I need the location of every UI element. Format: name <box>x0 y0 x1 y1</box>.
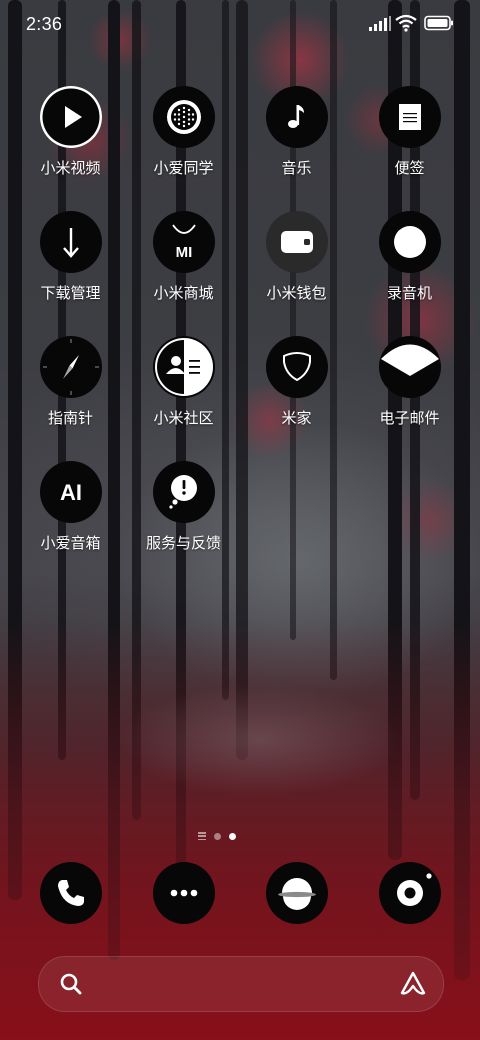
app-mi-community[interactable]: 小米社区 <box>127 336 240 461</box>
dock-browser[interactable] <box>240 862 353 926</box>
app-label: 指南针 <box>47 409 93 427</box>
app-recorder[interactable]: 录音机 <box>353 211 466 336</box>
app-label: 音乐 <box>281 159 312 177</box>
page-dot-active <box>229 832 236 840</box>
dock <box>14 862 466 926</box>
wifi-icon <box>395 14 417 32</box>
svg-text:MI: MI <box>175 244 192 261</box>
compass-icon <box>39 336 102 398</box>
status-bar: 2:36 <box>0 0 480 50</box>
battery-icon <box>424 15 453 31</box>
music-note-icon <box>265 86 328 148</box>
app-label: 小米视频 <box>40 159 101 177</box>
camera-lens-icon <box>378 862 441 924</box>
svg-text:AI: AI <box>60 480 82 505</box>
app-mi-wallet[interactable]: 小米钱包 <box>240 211 353 336</box>
app-mi-store[interactable]: MI 小米商城 <box>127 211 240 336</box>
dock-messages[interactable] <box>127 862 240 926</box>
signal-icon <box>369 16 391 31</box>
dock-camera[interactable] <box>353 862 466 926</box>
phone-icon <box>39 862 102 924</box>
app-row: 指南针 小米社区 米家 电子邮件 <box>14 336 466 461</box>
app-drawer-indicator-icon <box>198 832 206 840</box>
app-label: 小爱音箱 <box>40 534 101 552</box>
app-label: 小米钱包 <box>266 284 327 302</box>
search-bar[interactable] <box>38 956 444 1012</box>
app-row: 下载管理 MI 小米商城 小米钱包 录音机 <box>14 211 466 336</box>
xiaoai-assistant-icon[interactable] <box>399 970 427 998</box>
app-service-feedback[interactable]: 服务与反馈 <box>127 461 240 586</box>
community-icon <box>152 336 215 398</box>
search-icon <box>60 973 82 995</box>
record-circle-icon <box>378 211 441 273</box>
page-dot <box>214 832 221 840</box>
app-mi-video[interactable]: 小米视频 <box>14 86 127 211</box>
download-arrow-icon <box>39 211 102 273</box>
page-indicator[interactable] <box>198 830 248 842</box>
app-label: 电子邮件 <box>379 409 440 427</box>
wallet-icon <box>265 211 328 273</box>
mi-bag-icon: MI <box>152 211 215 273</box>
app-label: 录音机 <box>386 284 432 302</box>
app-label: 小米社区 <box>153 409 214 427</box>
app-row: 小米视频 小爱同学 音乐 便签 <box>14 86 466 211</box>
planet-icon <box>265 862 328 924</box>
app-row: AI 小爱音箱 服务与反馈 <box>14 461 466 586</box>
app-grid: 小米视频 小爱同学 音乐 便签 下载管理 MI 小米商城 小米钱包 录音机 指南… <box>14 86 466 586</box>
app-label: 米家 <box>281 409 312 427</box>
status-time: 2:36 <box>26 14 63 34</box>
app-label: 便签 <box>394 159 425 177</box>
ai-speaker-icon: AI <box>39 461 102 523</box>
more-dots-icon <box>152 862 215 924</box>
app-label: 下载管理 <box>40 284 101 302</box>
app-label: 小爱同学 <box>153 159 214 177</box>
app-xiaoai-speaker[interactable]: AI 小爱音箱 <box>14 461 127 586</box>
app-xiaoai[interactable]: 小爱同学 <box>127 86 240 211</box>
app-notes[interactable]: 便签 <box>353 86 466 211</box>
app-music[interactable]: 音乐 <box>240 86 353 211</box>
feedback-bubble-icon <box>152 461 215 523</box>
shield-home-icon <box>265 336 328 398</box>
app-mijia[interactable]: 米家 <box>240 336 353 461</box>
note-icon <box>378 86 441 148</box>
app-email[interactable]: 电子邮件 <box>353 336 466 461</box>
app-label: 服务与反馈 <box>145 534 221 552</box>
speaker-grille-icon <box>152 86 215 148</box>
envelope-icon <box>378 336 441 398</box>
play-icon <box>39 86 102 148</box>
app-label: 小米商城 <box>153 284 214 302</box>
dock-phone[interactable] <box>14 862 127 926</box>
app-downloads[interactable]: 下载管理 <box>14 211 127 336</box>
app-compass[interactable]: 指南针 <box>14 336 127 461</box>
